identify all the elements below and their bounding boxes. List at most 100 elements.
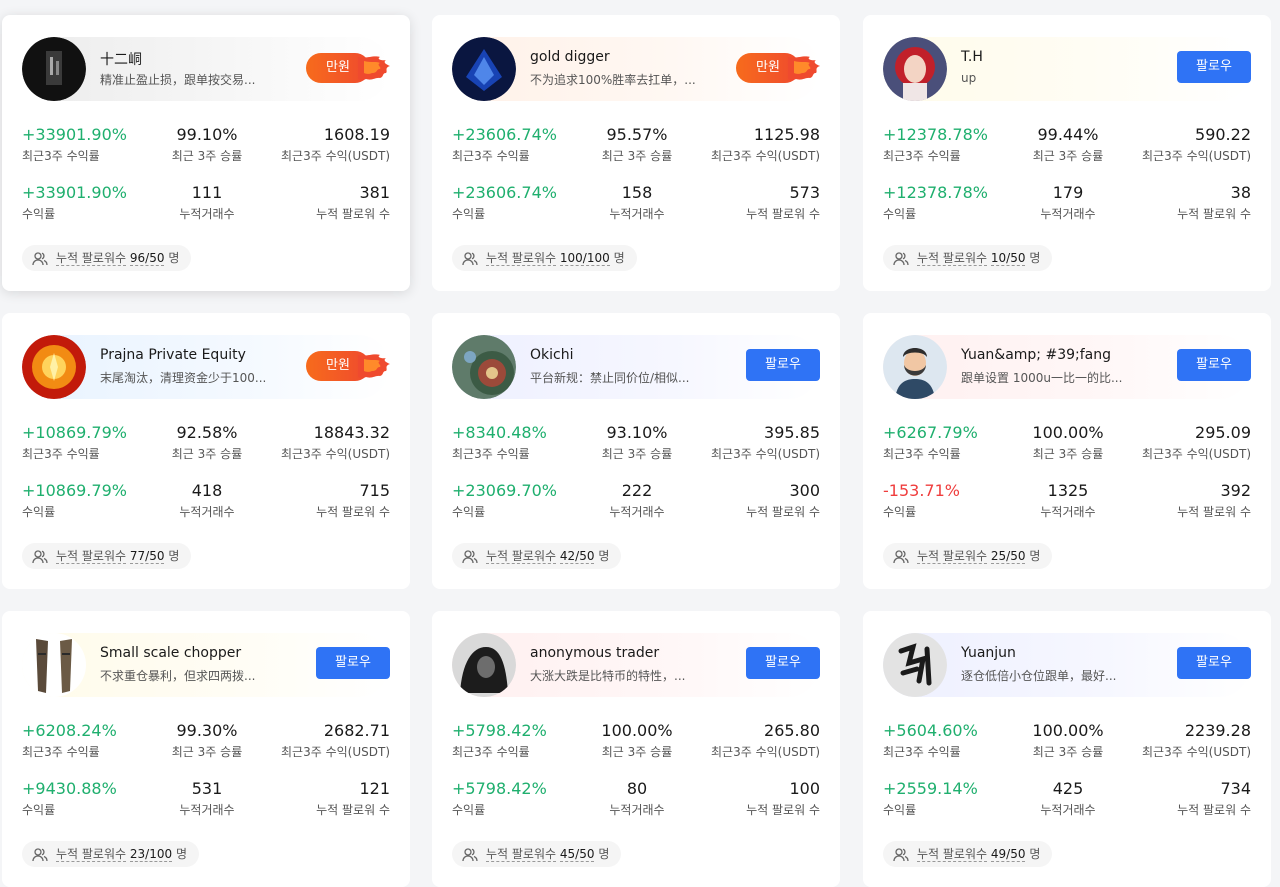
follow-button[interactable]: 팔로우 — [1177, 51, 1251, 83]
calligraphy-avatar[interactable] — [883, 633, 947, 697]
trader-card-7[interactable]: anonymous trader 大涨大跌是比特币的特性，... 팔로우 +57… — [432, 611, 840, 887]
follow-button[interactable]: 팔로우 — [1177, 647, 1251, 679]
current-followers-label: 누적 팔로워수 — [56, 847, 127, 862]
stat-followers: 300 누적 팔로워 수 — [746, 481, 820, 520]
roi-value: +10869.79% — [22, 481, 127, 500]
current-followers-count: 77/50 — [129, 549, 165, 564]
current-followers-count: 49/50 — [990, 847, 1026, 862]
bracers-avatar[interactable] — [22, 633, 86, 697]
users-icon — [462, 846, 478, 872]
stat-roi: +12378.78% 수익률 — [883, 183, 988, 222]
stat-winrate-3w: 99.44% 최근 3주 승률 — [1003, 125, 1133, 164]
trader-header: 十二峒 精准止盈止损，跟单按交易... 만원 — [22, 37, 390, 101]
trader-header: Yuanjun 逐仓低倍小仓位跟单，最好... 팔로우 — [883, 633, 1251, 697]
trader-card-4[interactable]: Okichi 平台新规：禁止同价位/相似... 팔로우 +8340.48% 최근3… — [432, 313, 840, 589]
followers-value: 38 — [1230, 183, 1251, 202]
trades-value: 80 — [626, 779, 648, 798]
stat-trades: 111 누적거래수 — [142, 183, 272, 222]
trader-name[interactable]: Okichi — [530, 347, 573, 363]
follow-button[interactable]: 팔로우 — [1177, 349, 1251, 381]
blue-crystal-avatar[interactable] — [452, 37, 516, 101]
current-followers-badge[interactable]: 누적 팔로워수 77/50 명 — [22, 543, 192, 569]
follow-button[interactable]: 팔로우 — [746, 647, 820, 679]
stat-followers: 392 누적 팔로워 수 — [1177, 481, 1251, 520]
winrate-3w-label: 최근 3주 승률 — [1032, 447, 1104, 461]
winrate-3w-label: 최근 3주 승률 — [601, 447, 673, 461]
trader-name[interactable]: gold digger — [530, 49, 610, 65]
trader-name[interactable]: Yuanjun — [961, 645, 1016, 661]
current-followers-badge[interactable]: 누적 팔로워수 45/50 명 — [452, 841, 622, 867]
current-followers-badge[interactable]: 누적 팔로워수 42/50 명 — [452, 543, 622, 569]
roi-3w-label: 최근3주 수익률 — [452, 447, 530, 461]
current-followers-count: 42/50 — [559, 549, 595, 564]
roi-value: +5798.42% — [452, 779, 547, 798]
trader-card-0[interactable]: 十二峒 精准止盈止损，跟单按交易... 만원 +33901.90% 최근3주 수익… — [2, 15, 410, 291]
unit-label: 명 — [1029, 549, 1041, 563]
trader-description: 精准止盈止损，跟单按交易... — [100, 73, 256, 87]
followers-value: 381 — [359, 183, 390, 202]
golden-buddha-avatar[interactable] — [22, 335, 86, 399]
stat-followers: 734 누적 팔로워 수 — [1177, 779, 1251, 818]
roi-label: 수익률 — [22, 505, 56, 519]
trader-description: up — [961, 71, 977, 85]
roi-label: 수익률 — [883, 803, 917, 817]
trader-card-1[interactable]: gold digger 不为追求100%胜率去扛单，... 만원 +23606.… — [432, 15, 840, 291]
red-hair-avatar[interactable] — [883, 37, 947, 101]
unit-label: 명 — [168, 251, 180, 265]
follow-button[interactable]: 팔로우 — [316, 647, 390, 679]
trader-header: Yuan&amp; #39;fang 跟单设置 1000u一比一的比... 팔로… — [883, 335, 1251, 399]
stat-roi: +5798.42% 수익률 — [452, 779, 547, 818]
roi-value: +2559.14% — [883, 779, 978, 798]
stat-followers: 381 누적 팔로워 수 — [316, 183, 390, 222]
trader-name[interactable]: 十二峒 — [100, 49, 142, 69]
trader-card-2[interactable]: T.H up 팔로우 +12378.78% 최근3주 수익률 99.44% 최근 3… — [863, 15, 1271, 291]
current-followers-badge[interactable]: 누적 팔로워수 23/100 명 — [22, 841, 199, 867]
follow-button[interactable]: 팔로우 — [746, 349, 820, 381]
winrate-3w-value: 99.44% — [1037, 125, 1099, 144]
current-followers-label: 누적 팔로워수 — [486, 251, 557, 266]
trader-name[interactable]: Small scale chopper — [100, 645, 241, 661]
trades-value: 111 — [191, 183, 223, 202]
roi-value: +9430.88% — [22, 779, 117, 798]
stat-winrate-3w: 95.57% 최근 3주 승률 — [572, 125, 702, 164]
followers-label: 누적 팔로워 수 — [316, 803, 390, 817]
trader-name[interactable]: T.H — [961, 49, 983, 65]
hooded-figure-avatar[interactable] — [452, 633, 516, 697]
current-followers-badge[interactable]: 누적 팔로워수 25/50 명 — [883, 543, 1053, 569]
roi-value: -153.71% — [883, 481, 960, 500]
trader-grid: 十二峒 精准止盈止损，跟单按交易... 만원 +33901.90% 최근3주 수익… — [0, 0, 1280, 887]
roi-3w-value: +12378.78% — [883, 125, 988, 144]
roi-3w-value: +6208.24% — [22, 721, 117, 740]
winrate-3w-label: 최근 3주 승률 — [171, 447, 243, 461]
dark-figure-avatar[interactable] — [22, 37, 86, 101]
trader-name[interactable]: Yuan&amp; #39;fang — [961, 347, 1111, 363]
trader-card-8[interactable]: Yuanjun 逐仓低倍小仓位跟单，最好... 팔로우 +5604.60% 최근3… — [863, 611, 1271, 887]
profit-3w-value: 1125.98 — [753, 125, 820, 144]
trader-name[interactable]: anonymous trader — [530, 645, 659, 661]
roi-3w-label: 최근3주 수익률 — [452, 745, 530, 759]
roulette-avatar[interactable] — [452, 335, 516, 399]
trades-value: 425 — [1052, 779, 1084, 798]
trader-card-5[interactable]: Yuan&amp; #39;fang 跟单设置 1000u一比一的比... 팔로… — [863, 313, 1271, 589]
stat-roi: +2559.14% 수익률 — [883, 779, 978, 818]
profit-3w-value: 395.85 — [764, 423, 820, 442]
winrate-3w-value: 93.10% — [606, 423, 668, 442]
current-followers-label: 누적 팔로워수 — [56, 251, 127, 266]
trader-name[interactable]: Prajna Private Equity — [100, 347, 246, 363]
current-followers-badge[interactable]: 누적 팔로워수 96/50 명 — [22, 245, 192, 271]
trades-label: 누적거래수 — [609, 207, 665, 221]
stat-winrate-3w: 100.00% 최근 3주 승률 — [572, 721, 702, 760]
stat-followers: 100 누적 팔로워 수 — [746, 779, 820, 818]
current-followers-badge[interactable]: 누적 팔로워수 10/50 명 — [883, 245, 1053, 271]
unit-label: 명 — [598, 847, 610, 861]
trader-card-6[interactable]: Small scale chopper 不求重仓暴利，但求四两拨... 팔로우 … — [2, 611, 410, 887]
profit-3w-label: 최근3주 수익(USDT) — [1142, 447, 1251, 461]
current-followers-badge[interactable]: 누적 팔로워수 100/100 명 — [452, 245, 637, 271]
current-followers-badge[interactable]: 누적 팔로워수 49/50 명 — [883, 841, 1053, 867]
stat-roi: +23606.74% 수익률 — [452, 183, 557, 222]
bearded-man-avatar[interactable] — [883, 335, 947, 399]
trader-card-3[interactable]: Prajna Private Equity 末尾淘汰，清理资金少于100... … — [2, 313, 410, 589]
roi-3w-value: +10869.79% — [22, 423, 127, 442]
winrate-3w-value: 100.00% — [1032, 423, 1104, 442]
roi-value: +33901.90% — [22, 183, 127, 202]
